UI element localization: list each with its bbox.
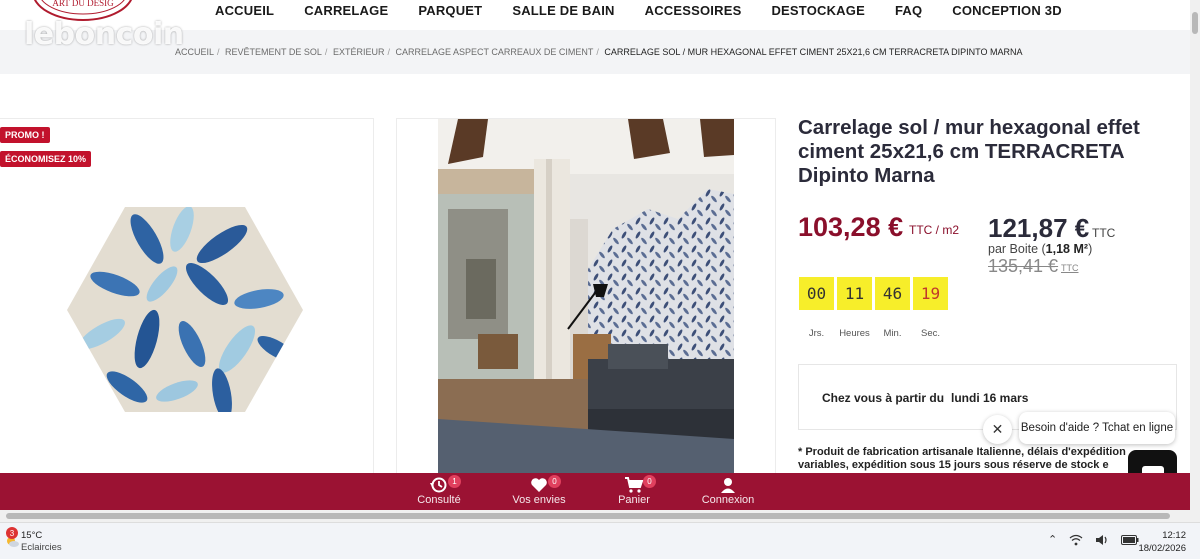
history-icon: [430, 477, 447, 493]
delivery-label: Chez vous à partir du: [822, 391, 945, 405]
chat-prompt-bubble[interactable]: Besoin d'aide ? Tchat en ligne: [1019, 412, 1175, 444]
consulte-count: 1: [448, 475, 461, 488]
countdown-label-seconds: Sec.: [920, 328, 940, 339]
product-thumbnail-card[interactable]: [0, 118, 374, 478]
bottom-consulte-button[interactable]: 1 Consulté: [404, 475, 474, 506]
user-icon: [721, 478, 735, 493]
connexion-label: Connexion: [701, 494, 755, 506]
windows-taskbar: 3 15°C Eclaircies ⌃ 12:12 18/02/2026: [0, 522, 1200, 559]
consulte-label: Consulté: [417, 494, 461, 506]
heart-icon: [531, 478, 547, 492]
old-price-ttc: TTC: [1061, 263, 1079, 273]
envies-label: Vos envies: [512, 494, 566, 506]
hexagon-tile-image: [67, 207, 303, 412]
delivery-date: lundi 16 mars: [951, 391, 1029, 405]
box-quantity: 1,18 M²: [1045, 242, 1089, 256]
battery-icon[interactable]: [1121, 534, 1139, 545]
nav-accessoires[interactable]: ACCESSOIRES: [630, 3, 757, 18]
bedroom-ambiance-photo[interactable]: [438, 119, 734, 477]
breadcrumb-current: CARRELAGE SOL / MUR HEXAGONAL EFFET CIME…: [604, 47, 1023, 57]
countdown-label-minutes: Min.: [883, 328, 902, 339]
leboncoin-watermark: leboncoin: [24, 17, 184, 52]
old-price: 135,41 €: [988, 256, 1059, 276]
countdown-label-days: Jrs.: [808, 328, 825, 339]
price-per-box: 121,87 €: [988, 213, 1090, 243]
nav-parquet[interactable]: PARQUET: [403, 3, 497, 18]
bottom-action-bar: 1 Consulté 0 Vos envies 0 Panier Connexi…: [0, 473, 1190, 510]
weather-notification-badge: 3: [6, 527, 18, 539]
breadcrumb: Accueil / Revêtement de sol / Extérieur / C…: [175, 47, 1023, 57]
countdown-seconds: 19: [913, 277, 948, 310]
weather-temperature[interactable]: 15°C: [21, 530, 42, 541]
envies-count: 0: [548, 475, 561, 488]
price-per-m2-unit: TTC / m2: [909, 223, 959, 237]
saving-badge: ÉCONOMISEZ 10%: [0, 151, 92, 167]
countdown-days: 00: [799, 277, 834, 310]
panier-count: 0: [643, 475, 656, 488]
chat-close-icon[interactable]: ✕: [983, 415, 1012, 444]
bottom-envies-button[interactable]: 0 Vos envies: [504, 475, 574, 506]
vertical-scrollbar[interactable]: [1190, 0, 1200, 522]
nav-accueil[interactable]: ACCUEIL: [200, 3, 289, 18]
browser-viewport: ART DU DESIG ACCUEIL CARRELAGE PARQUET S…: [0, 0, 1200, 559]
system-clock[interactable]: 12:12 18/02/2026: [1138, 529, 1186, 555]
chevron-up-icon[interactable]: ⌃: [1048, 533, 1057, 546]
nav-destockage[interactable]: DESTOCKAGE: [756, 3, 880, 18]
promo-badge: PROMO !: [0, 127, 50, 143]
price-per-box-ttc: TTC: [1092, 226, 1116, 240]
panier-label: Panier: [618, 494, 650, 506]
weather-description[interactable]: Eclaircies: [21, 542, 62, 553]
clock-date: 18/02/2026: [1138, 543, 1186, 554]
fabrication-note: * Produit de fabrication artisanale Ital…: [798, 446, 1126, 471]
countdown-labels: Jrs. Heures Min. Sec.: [799, 328, 948, 339]
per-box-suffix: ): [1088, 242, 1093, 256]
box-quantity-text: par Boite (1,18 M²): [988, 242, 1092, 256]
horizontal-scrollbar[interactable]: [0, 510, 1190, 522]
vertical-scroll-thumb[interactable]: [1192, 12, 1198, 34]
nav-carrelage[interactable]: CARRELAGE: [289, 3, 403, 18]
wifi-icon[interactable]: [1069, 534, 1083, 546]
nav-conception-3d[interactable]: CONCEPTION 3D: [937, 3, 1077, 18]
price-per-m2: 103,28 €: [798, 212, 904, 242]
system-tray: ⌃: [1048, 533, 1139, 546]
breadcrumb-carreaux-ciment[interactable]: Carrelage aspect carreaux de ciment: [395, 47, 593, 57]
horizontal-scroll-thumb[interactable]: [6, 513, 1170, 519]
per-box-prefix: par Boite (: [988, 242, 1046, 256]
product-title: Carrelage sol / mur hexagonal effet cime…: [798, 116, 1140, 187]
countdown-hours: 11: [837, 277, 872, 310]
bottom-panier-button[interactable]: 0 Panier: [599, 475, 669, 506]
clock-time: 12:12: [1162, 530, 1186, 541]
promo-countdown: 00 11 46 19: [799, 277, 948, 310]
countdown-minutes: 46: [875, 277, 910, 310]
breadcrumb-exterieur[interactable]: Extérieur: [333, 47, 385, 57]
cart-icon: [625, 477, 644, 493]
nav-faq[interactable]: FAQ: [880, 3, 937, 18]
bedroom-scene-image: [438, 119, 734, 477]
countdown-label-hours: Heures: [839, 328, 870, 339]
main-menu: ACCUEIL CARRELAGE PARQUET SALLE DE BAIN …: [200, 3, 1077, 18]
speaker-icon[interactable]: [1095, 534, 1109, 546]
logo-text: ART DU DESIG: [52, 0, 114, 8]
breadcrumb-revetement[interactable]: Revêtement de sol: [225, 47, 322, 57]
bottom-connexion-button[interactable]: Connexion: [693, 477, 763, 506]
nav-salle-de-bain[interactable]: SALLE DE BAIN: [497, 3, 629, 18]
